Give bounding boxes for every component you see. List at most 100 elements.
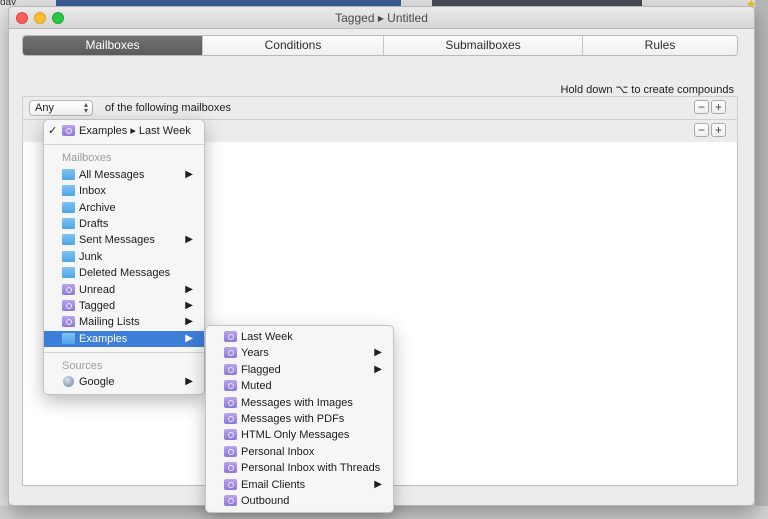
menu-item-label: Outbound [241,494,290,507]
submenu-item-email-clients[interactable]: Email Clients ▶ [206,477,393,493]
popup-arrows-icon: ▴ ▾ [83,100,88,115]
submenu-item-html-only-messages[interactable]: HTML Only Messages [206,427,393,443]
submenu-item-flagged[interactable]: Flagged ▶ [206,362,393,378]
criteria-header-row: Any ▴ ▾ of the following mailboxes − + [22,97,738,119]
tab-conditions[interactable]: Conditions [203,36,384,55]
menu-item-google[interactable]: Google ▶ [44,374,204,390]
menu-item-label: Archive [79,201,116,214]
remove-criterion-button[interactable]: − [694,123,709,137]
mailbox-popup-menu: ✓ Examples ▸ Last Week Mailboxes All Mes… [43,119,205,395]
menu-item-label: Junk [79,250,103,263]
match-popup-value: Any [35,102,54,114]
submenu-arrow-icon: ▶ [185,376,193,388]
menu-separator [44,144,204,146]
folder-icon [62,201,75,213]
menu-item-mailing-lists[interactable]: Mailing Lists ▶ [44,314,204,330]
menu-item-label: Messages with Images [241,396,353,409]
tab-rules[interactable]: Rules [583,36,737,55]
tab-submailboxes[interactable]: Submailboxes [384,36,583,55]
menu-item-selected[interactable]: ✓ Examples ▸ Last Week [44,123,204,139]
menu-item-label: Email Clients [241,478,306,491]
tab-mailboxes[interactable]: Mailboxes [23,36,203,55]
match-popup[interactable]: Any ▴ ▾ [29,100,93,116]
menu-item-label: Unread [79,283,116,296]
folder-icon [62,185,75,197]
window-title: Tagged ▸ Untitled [335,11,428,25]
submenu-item-muted[interactable]: Muted [206,378,393,394]
menu-item-tagged[interactable]: Tagged ▶ [44,298,204,314]
add-criterion-button[interactable]: + [711,100,726,114]
folder-icon [62,250,75,262]
smart-folder-icon [224,380,237,392]
checkmark-icon: ✓ [48,125,58,137]
menu-item-label: Years [241,347,269,360]
menu-item-label: Sent Messages [79,234,155,247]
smart-folder-icon [224,331,237,342]
submenu-item-years[interactable]: Years ▶ [206,345,393,361]
submenu-item-outbound[interactable]: Outbound [206,493,393,509]
smart-folder-icon [224,347,237,359]
menu-item-label: Flagged [241,363,281,376]
smart-folder-icon [62,283,75,295]
smart-folder-icon [224,429,237,441]
menu-separator [44,352,204,354]
menu-item-label: Tagged [79,299,116,312]
submenu-item-messages-with-images[interactable]: Messages with Images [206,395,393,411]
desktop-background [0,0,8,519]
add-criterion-button[interactable]: + [711,123,726,137]
menu-item-label: Deleted Messages [79,267,171,280]
menu-item-archive[interactable]: Archive [44,200,204,216]
examples-submenu: Last Week Years ▶ Flagged ▶ Muted Messag… [205,325,394,514]
smart-folder-icon [62,299,75,311]
folder-icon [62,217,75,229]
submenu-arrow-icon: ▶ [374,478,382,490]
submenu-arrow-icon: ▶ [185,316,193,328]
smart-folder-icon [224,412,237,424]
menu-item-label: Personal Inbox [241,445,315,458]
smart-folder-icon [224,478,237,490]
submenu-item-personal-inbox-with-threads[interactable]: Personal Inbox with Threads [206,460,393,476]
folder-icon [62,234,75,246]
submenu-item-personal-inbox[interactable]: Personal Inbox [206,444,393,460]
smart-folder-icon [224,396,237,408]
folder-icon [62,168,75,180]
title-bar: Tagged ▸ Untitled [9,7,754,29]
menu-item-label: HTML Only Messages [241,429,350,442]
menu-section-header: Sources [62,360,103,373]
smart-folder-icon [62,125,75,136]
menu-item-label: Drafts [79,217,109,230]
submenu-arrow-icon: ▶ [185,234,193,246]
smart-folder-icon [224,494,237,506]
folder-icon [62,267,75,279]
menu-item-label: Google [79,376,115,389]
menu-item-inbox[interactable]: Inbox [44,183,204,199]
smart-folder-icon [224,462,237,474]
match-label: of the following mailboxes [105,102,231,114]
menu-item-label: Mailing Lists [79,316,140,329]
menu-item-all-messages[interactable]: All Messages ▶ [44,167,204,183]
smart-folder-icon [62,316,75,328]
menu-item-unread[interactable]: Unread ▶ [44,282,204,298]
menu-item-label: Last Week [241,331,293,343]
submenu-item-messages-with-pdfs[interactable]: Messages with PDFs [206,411,393,427]
menu-section-header: Mailboxes [62,152,112,165]
desktop-background [755,0,768,519]
submenu-arrow-icon: ▶ [185,283,193,295]
menu-item-label: Examples [79,332,128,345]
menu-item-sent-messages[interactable]: Sent Messages ▶ [44,232,204,248]
smart-folder-icon [224,445,237,457]
tab-bar: Mailboxes Conditions Submailboxes Rules [22,35,738,56]
submenu-arrow-icon: ▶ [185,332,193,344]
submenu-arrow-icon: ▶ [185,299,193,311]
menu-item-junk[interactable]: Junk [44,249,204,265]
submenu-item-last-week[interactable]: Last Week [206,329,393,345]
menu-item-drafts[interactable]: Drafts [44,216,204,232]
menu-item-label: Muted [241,380,272,393]
menu-item-examples[interactable]: Examples ▶ [44,330,204,348]
remove-criterion-button[interactable]: − [694,100,709,114]
menu-item-deleted-messages[interactable]: Deleted Messages [44,265,204,281]
submenu-arrow-icon: ▶ [185,168,193,180]
compound-hint: Hold down ⌥ to create compounds [560,84,735,96]
menu-item-label: Messages with PDFs [241,412,345,425]
submenu-arrow-icon: ▶ [374,363,382,375]
